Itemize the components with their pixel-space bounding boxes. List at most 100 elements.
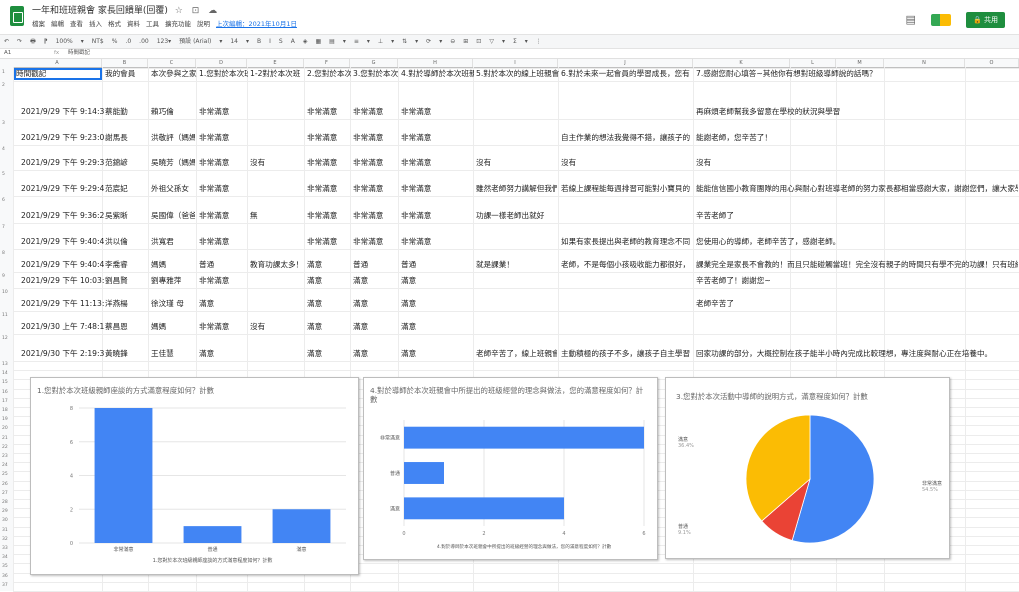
toolbar-item-2[interactable]: 🖶: [30, 38, 36, 45]
toolbar-item-32[interactable]: ⊞: [463, 38, 468, 45]
toolbar-item-36[interactable]: Σ: [513, 38, 517, 45]
table-cell[interactable]: 辛苦老師了！謝謝您~: [696, 275, 1018, 287]
table-cell[interactable]: 如果有家長提出與老師的教育理念不同: [561, 236, 692, 248]
name-box[interactable]: A1: [4, 48, 11, 58]
column-header-C[interactable]: C: [148, 59, 196, 67]
header-cell[interactable]: 4.對於導師於本次班親會中: [401, 68, 474, 80]
table-cell[interactable]: 洪以倫: [105, 236, 147, 248]
table-cell[interactable]: 媽媽: [151, 321, 195, 333]
row-header[interactable]: 21: [0, 436, 13, 441]
toolbar-item-25[interactable]: ⊥: [378, 38, 383, 45]
column-header-E[interactable]: E: [247, 59, 304, 67]
table-cell[interactable]: 2021/9/30 下午 2:19:3: [21, 348, 106, 360]
toolbar-item-15[interactable]: B: [257, 38, 261, 45]
table-cell[interactable]: 洪敬評（媽媽）: [151, 132, 195, 144]
toolbar-item-0[interactable]: ↶: [4, 38, 9, 45]
row-header[interactable]: 3: [0, 121, 13, 126]
table-cell[interactable]: 非常滿意: [199, 157, 246, 169]
table-cell[interactable]: 若線上課程能每週排習可能對小寶貝的: [561, 183, 692, 195]
table-cell[interactable]: 2021/9/30 上午 7:48:1: [21, 321, 106, 333]
menu-item-5[interactable]: 資料: [127, 20, 140, 28]
table-cell[interactable]: 非常滿意: [199, 210, 246, 222]
table-cell[interactable]: 非常滿意: [307, 183, 349, 195]
row-header[interactable]: 10: [0, 290, 13, 295]
table-cell[interactable]: 教育功課太多！: [250, 259, 303, 271]
formula-input[interactable]: 時間戳記: [68, 48, 90, 58]
table-cell[interactable]: 滿意: [353, 298, 397, 310]
table-cell[interactable]: 蔡能勤: [105, 106, 147, 118]
toolbar-item-17[interactable]: S: [279, 38, 283, 45]
toolbar-item-13[interactable]: 14: [230, 38, 238, 45]
column-header-H[interactable]: H: [398, 59, 473, 67]
toolbar-item-14[interactable]: ▾: [246, 38, 249, 45]
table-cell[interactable]: 洋燕楊: [105, 298, 147, 310]
toolbar-item-26[interactable]: ▾: [391, 38, 394, 45]
table-cell[interactable]: 非常滿意: [353, 236, 397, 248]
comment-history-icon[interactable]: ▤: [905, 13, 915, 26]
toolbar-item-18[interactable]: A: [291, 38, 295, 45]
table-cell[interactable]: 滿意: [307, 298, 349, 310]
table-cell[interactable]: 2021/9/29 下午 10:03:: [21, 275, 106, 287]
column-header-D[interactable]: D: [196, 59, 247, 67]
toolbar-item-28[interactable]: ▾: [415, 38, 418, 45]
table-cell[interactable]: 蔡昌恩: [105, 321, 147, 333]
row-header[interactable]: 27: [0, 491, 13, 496]
table-cell[interactable]: 非常滿意: [401, 106, 692, 118]
toolbar-item-20[interactable]: ▦: [315, 38, 321, 45]
menu-item-1[interactable]: 編輯: [51, 20, 64, 28]
row-header[interactable]: 35: [0, 564, 13, 569]
toolbar-item-8[interactable]: .0: [125, 38, 131, 45]
toolbar-item-19[interactable]: ◈: [303, 38, 308, 45]
toolbar-item-35[interactable]: ▾: [502, 38, 505, 45]
row-header[interactable]: 8: [0, 251, 13, 256]
row-header[interactable]: 34: [0, 555, 13, 560]
row-header[interactable]: 16: [0, 390, 13, 395]
row-header[interactable]: 2: [0, 83, 13, 88]
row-header[interactable]: 14: [0, 371, 13, 376]
toolbar-item-5[interactable]: ▾: [81, 38, 84, 45]
menu-item-7[interactable]: 擴充功能: [165, 20, 191, 28]
table-cell[interactable]: 沒有: [250, 157, 303, 169]
table-cell[interactable]: 黃曉鋒: [105, 348, 147, 360]
toolbar-item-31[interactable]: ⊖: [450, 38, 455, 45]
table-cell[interactable]: 滿意: [307, 348, 349, 360]
row-header[interactable]: 19: [0, 417, 13, 422]
table-cell[interactable]: 2021/9/29 下午 9:36:2: [21, 210, 106, 222]
sheets-logo-icon[interactable]: [10, 6, 24, 26]
table-cell[interactable]: 非常滿意: [401, 183, 472, 195]
table-cell[interactable]: 非常滿意: [353, 210, 397, 222]
menu-item-3[interactable]: 插入: [89, 20, 102, 28]
toolbar-item-23[interactable]: ≡: [354, 38, 359, 45]
toolbar-item-4[interactable]: 100%: [56, 38, 73, 45]
toolbar-item-30[interactable]: ▾: [439, 38, 442, 45]
table-cell[interactable]: 媽媽: [151, 259, 195, 271]
table-cell[interactable]: 2021/9/29 下午 9:29:3: [21, 157, 106, 169]
toolbar-item-3[interactable]: ⁋: [44, 38, 48, 45]
header-cell[interactable]: 本次參與之家長: [151, 68, 197, 80]
table-cell[interactable]: 2021/9/29 下午 9:40:4: [21, 236, 106, 248]
toolbar-item-9[interactable]: .00: [139, 38, 149, 45]
row-header[interactable]: 22: [0, 445, 13, 450]
chart-panel-q4[interactable]: 4.對於導師於本次班親會中所提出的班級經營的理念與做法，您的滿意程度如何？計數 …: [363, 377, 658, 560]
table-cell[interactable]: 吳紫晰: [105, 210, 147, 222]
header-cell[interactable]: 1.您對於本次班: [199, 68, 248, 80]
toolbar-item-21[interactable]: ▤: [329, 38, 335, 45]
row-header[interactable]: 23: [0, 454, 13, 459]
row-header[interactable]: 9: [0, 274, 13, 279]
table-cell[interactable]: 沒有: [250, 321, 303, 333]
table-cell[interactable]: 辛苦老師了: [696, 210, 1018, 222]
table-cell[interactable]: 2021/9/29 下午 9:14:3: [21, 106, 106, 118]
row-header[interactable]: 29: [0, 509, 13, 514]
table-cell[interactable]: 非常滿意: [199, 183, 303, 195]
row-header[interactable]: 5: [0, 172, 13, 177]
table-cell[interactable]: 沒有: [476, 157, 557, 169]
table-cell[interactable]: 滿意: [401, 298, 692, 310]
row-header[interactable]: 37: [0, 583, 13, 588]
table-cell[interactable]: 普通: [401, 259, 472, 271]
toolbar-item-34[interactable]: ▽: [489, 38, 494, 45]
table-cell[interactable]: 洪寬君: [151, 236, 195, 248]
share-button[interactable]: 🔒 共用: [966, 11, 1005, 28]
table-cell[interactable]: 2021/9/29 下午 9:29:4: [21, 183, 106, 195]
table-cell[interactable]: 非常滿意: [353, 106, 397, 118]
toolbar-item-6[interactable]: NT$: [92, 38, 104, 45]
